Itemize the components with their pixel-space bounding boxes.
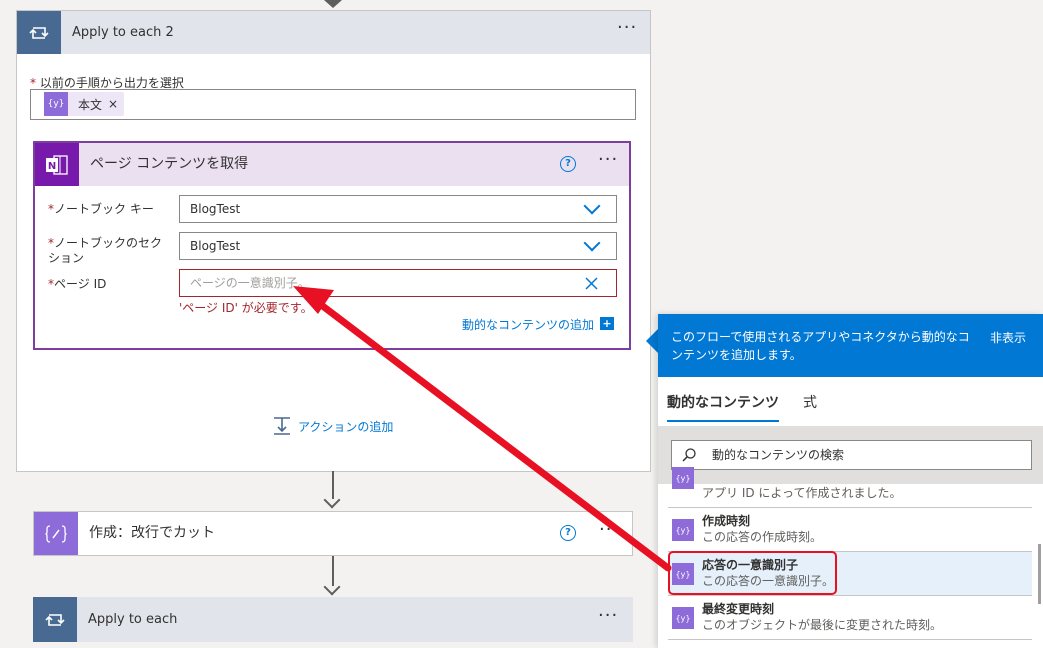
- annotation-arrow: [293, 286, 672, 572]
